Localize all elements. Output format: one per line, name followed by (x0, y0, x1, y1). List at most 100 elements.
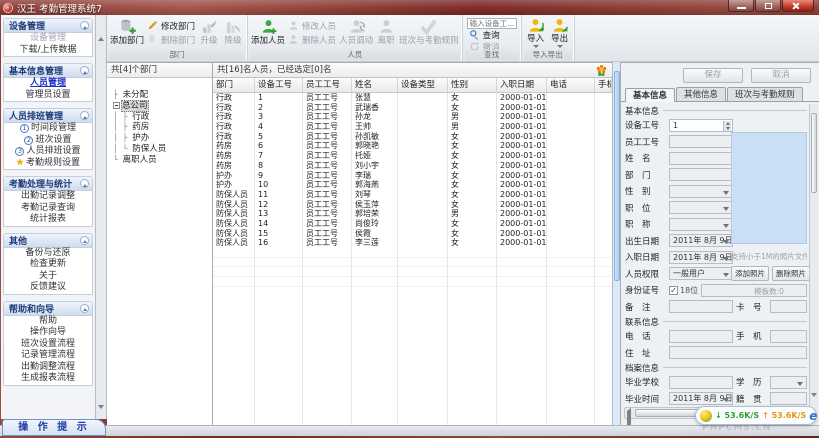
sidebar-item[interactable]: 备份与还原 (4, 248, 92, 260)
sidebar-group-header[interactable]: 其他 (4, 234, 92, 248)
table-row[interactable]: 行政3员工工号孙龙男2000-01-01 (213, 112, 612, 122)
table-scrollbar[interactable] (612, 62, 620, 425)
add-photo-button[interactable]: 添加照片 (731, 266, 769, 281)
close-button[interactable] (782, 0, 814, 12)
tree-expander-icon[interactable] (113, 102, 120, 109)
table-row[interactable]: 药房8员工工号刘小宇女2000-01-01 (213, 161, 612, 171)
ribbon-button[interactable]: 导出 (548, 16, 572, 50)
sidebar-scrollbar[interactable] (96, 15, 107, 419)
ribbon-button[interactable]: 修改人员 (286, 19, 338, 33)
sidebar-item[interactable]: 统计报表 (4, 214, 92, 226)
maximize-button[interactable] (755, 0, 781, 12)
ribbon-button[interactable]: 删除部门 (145, 33, 197, 47)
tree-node[interactable]: 总公司 (113, 101, 212, 112)
sidebar-item[interactable]: 反馈建议 (4, 282, 92, 294)
table-row[interactable]: 防保人员11员工工号刘琴女2000-01-01 (213, 190, 612, 200)
form-input[interactable] (669, 300, 733, 313)
column-header[interactable]: 设备类型 (398, 78, 448, 92)
tree-node[interactable]: │ ├ 护办 (113, 133, 212, 144)
sidebar-group-header[interactable]: 考勤处理与统计 (4, 177, 92, 191)
tree-node[interactable]: │ └ 防保人员 (113, 144, 212, 155)
table-row[interactable]: 防保人员13员工工号郭培荣男2000-01-01 (213, 209, 612, 219)
tab-班次与考勤规则[interactable]: 班次与考勤规则 (727, 87, 803, 101)
sidebar-group-header[interactable]: 基本信息管理 (4, 64, 92, 78)
sidebar-group-header[interactable]: 人员排班管理 (4, 109, 92, 123)
network-speed-widget[interactable]: ↓ 53.6K/S ↑ 53.6K/S e (695, 406, 817, 425)
sidebar-item[interactable]: 管理员设置 (4, 90, 92, 102)
table-row[interactable]: 行政4员工工号王帅男2000-01-01 (213, 122, 612, 132)
form-select[interactable] (669, 185, 733, 198)
table-row[interactable]: 行政5员工工号孙凯敏女2000-01-01 (213, 132, 612, 142)
column-header[interactable]: 电话 (547, 78, 595, 92)
cancel-button[interactable]: 取消 (751, 68, 811, 83)
form-input[interactable]: 1 (669, 119, 733, 132)
sidebar-item[interactable]: 设备管理 (4, 33, 92, 45)
table-row[interactable]: 防保人员14员工工号尚俊玲女2000-01-01 (213, 219, 612, 229)
form-input[interactable] (770, 392, 807, 405)
table-row[interactable]: 护办9员工工号李瑞女2000-01-01 (213, 171, 612, 181)
ribbon-button[interactable]: 离职 (374, 16, 398, 50)
column-header[interactable]: 员工工号 (303, 78, 352, 92)
ribbon-button[interactable]: 升级 (197, 16, 221, 50)
tab-基本信息[interactable]: 基本信息 (625, 88, 675, 102)
form-select[interactable]: 2011年 8月 9日 (669, 251, 733, 264)
column-header[interactable]: 部门 (213, 78, 255, 92)
table-row[interactable]: 行政2员工工号武瑞香女2000-01-01 (213, 103, 612, 113)
form-select[interactable] (669, 201, 733, 214)
minimize-button[interactable] (728, 0, 754, 12)
sidebar-group-header[interactable]: 帮助和向导 (4, 302, 92, 316)
column-header[interactable]: 设备工号 (255, 78, 303, 92)
tree-node[interactable]: └ 离职人员 (113, 155, 212, 166)
form-select[interactable]: 2011年 8月 9日 (669, 392, 733, 405)
form-input[interactable] (770, 330, 807, 343)
ribbon-button[interactable]: 人员调动 (338, 16, 374, 50)
table-row[interactable]: 护办10员工工号郭海燕女2000-01-01 (213, 180, 612, 190)
tab-其他信息[interactable]: 其他信息 (676, 87, 726, 101)
ribbon-button[interactable]: 查询 (467, 29, 517, 41)
table-row[interactable]: 药房6员工工号郭晓艳女2000-01-01 (213, 141, 612, 151)
sidebar-item[interactable]: 关于 (4, 271, 92, 283)
sidebar-item[interactable]: 生成报表流程 (4, 373, 92, 385)
column-header[interactable]: 入职日期 (497, 78, 547, 92)
device-id-search-input[interactable] (467, 18, 517, 29)
spinner-control[interactable] (723, 121, 731, 131)
tree-node[interactable]: │ ├ 行政 (113, 112, 212, 123)
ribbon-button[interactable]: 添加部门 (109, 16, 145, 50)
column-header[interactable]: 手机 (595, 78, 612, 92)
sidebar-item[interactable]: 班次设置流程 (4, 339, 92, 351)
sidebar-item[interactable]: 考勤记录查询 (4, 203, 92, 215)
id-18-checkbox[interactable]: ✓ (669, 286, 678, 295)
form-input[interactable] (669, 346, 807, 359)
remove-photo-button[interactable]: 删除照片 (772, 266, 810, 281)
ribbon-button[interactable]: 班次与考勤规则 (398, 16, 460, 50)
form-input[interactable] (669, 376, 733, 389)
table-row[interactable]: 防保人员16员工工号李三莲女2000-01-01 (213, 238, 612, 248)
form-select[interactable]: 2011年 8月 9日 (669, 234, 733, 247)
sidebar-item[interactable]: 人员管理 (4, 78, 92, 90)
ribbon-button[interactable]: 删除人员 (286, 33, 338, 47)
form-select[interactable] (770, 376, 807, 389)
sidebar-item[interactable]: 记录管理流程 (4, 350, 92, 362)
form-input[interactable] (669, 330, 733, 343)
form-input[interactable] (770, 300, 807, 313)
ribbon-button[interactable]: 降级 (221, 16, 245, 50)
table-row[interactable]: 行政1员工工号张慧女2000-01-01 (213, 93, 612, 103)
form-select[interactable]: 一般用户 (669, 267, 733, 280)
sidebar-item[interactable]: 3人员排班设置 (4, 146, 92, 158)
ribbon-button[interactable]: 添加人员 (250, 16, 286, 50)
sidebar-item[interactable]: 操作向导 (4, 327, 92, 339)
sidebar-item[interactable]: 检查更新 (4, 259, 92, 271)
form-input[interactable] (669, 168, 733, 181)
column-header[interactable]: 姓名 (352, 78, 398, 92)
detail-vertical-scrollbar[interactable] (809, 104, 818, 406)
ribbon-button[interactable]: 修改部门 (145, 19, 197, 33)
table-row[interactable]: 防保人员15员工工号侯霞女2000-01-01 (213, 229, 612, 239)
form-input[interactable] (669, 152, 733, 165)
table-row[interactable]: 药房7员工工号托娅女2000-01-01 (213, 151, 612, 161)
form-select[interactable] (669, 218, 733, 231)
sidebar-item[interactable]: 1时间段管理 (4, 123, 92, 135)
ribbon-button[interactable]: 导入 (524, 16, 548, 50)
tree-node[interactable]: │ ├ 药房 (113, 122, 212, 133)
sidebar-item[interactable]: 帮助 (4, 316, 92, 328)
form-input[interactable] (669, 135, 733, 148)
